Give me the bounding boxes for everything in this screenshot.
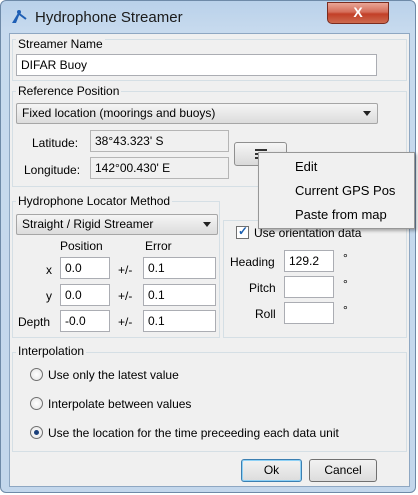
locator-method-value: Straight / Rigid Streamer xyxy=(22,217,154,231)
x-plusminus: +/- xyxy=(118,263,133,277)
interp-option-latest-label: Use only the latest value xyxy=(48,368,179,382)
interp-option-latest-radio[interactable] xyxy=(30,368,43,381)
depth-position-input[interactable]: -0.0 xyxy=(60,310,110,332)
cancel-button[interactable]: Cancel xyxy=(309,459,377,482)
interp-option-preceeding-label: Use the location for the time preceeding… xyxy=(48,426,339,440)
latitude-field[interactable]: 38°43.323' S xyxy=(90,130,229,152)
depth-error-input[interactable]: 0.1 xyxy=(143,310,216,332)
title-bar[interactable]: Hydrophone Streamer X xyxy=(1,1,415,33)
y-plusminus: +/- xyxy=(118,289,133,303)
heading-label: Heading xyxy=(230,255,275,269)
roll-input[interactable] xyxy=(284,302,334,324)
longitude-label: Longitude: xyxy=(24,163,81,177)
position-popup-menu: Edit Current GPS Pos Paste from map xyxy=(258,152,415,229)
reference-position-label: Reference Position xyxy=(16,84,122,98)
close-button[interactable]: X xyxy=(327,2,389,24)
roll-degree: ° xyxy=(343,303,348,317)
menu-item-current-gps-pos[interactable]: Current GPS Pos xyxy=(295,183,395,198)
interp-option-between-radio[interactable] xyxy=(30,397,43,410)
locator-method-select[interactable]: Straight / Rigid Streamer xyxy=(16,214,218,235)
y-position-input[interactable]: 0.0 xyxy=(60,284,110,306)
depth-plusminus: +/- xyxy=(118,315,133,329)
chevron-down-icon xyxy=(203,222,211,227)
dialog-body: Streamer Name DIFAR Buoy Reference Posit… xyxy=(9,33,410,487)
pitch-label: Pitch xyxy=(249,281,276,295)
streamer-name-input[interactable]: DIFAR Buoy xyxy=(16,54,377,76)
x-error-input[interactable]: 0.1 xyxy=(143,257,216,279)
error-header: Error xyxy=(145,239,172,253)
reference-method-value: Fixed location (moorings and buoys) xyxy=(22,106,216,120)
pitch-input[interactable] xyxy=(284,276,334,298)
y-error-input[interactable]: 0.1 xyxy=(143,284,216,306)
checkmark-icon: ✓ xyxy=(238,224,249,238)
dialog-window: Hydrophone Streamer X Streamer Name DIFA… xyxy=(0,0,416,493)
hydrophone-app-icon xyxy=(12,10,27,23)
interpolation-label: Interpolation xyxy=(16,344,87,358)
x-label: x xyxy=(46,263,52,277)
latitude-label: Latitude: xyxy=(32,136,79,150)
pitch-degree: ° xyxy=(343,277,348,291)
heading-degree: ° xyxy=(343,251,348,265)
menu-item-edit[interactable]: Edit xyxy=(295,159,317,174)
window-title: Hydrophone Streamer xyxy=(35,9,183,26)
interp-option-between-label: Interpolate between values xyxy=(48,397,192,411)
roll-label: Roll xyxy=(255,307,276,321)
heading-input[interactable]: 129.2 xyxy=(284,250,334,272)
chevron-down-icon xyxy=(363,111,371,116)
y-label: y xyxy=(46,289,52,303)
ok-button[interactable]: Ok xyxy=(241,459,302,482)
longitude-field[interactable]: 142°00.430' E xyxy=(90,157,229,179)
menu-item-paste-from-map[interactable]: Paste from map xyxy=(295,207,387,222)
orientation-checkbox[interactable]: ✓ xyxy=(236,224,249,239)
streamer-name-label: Streamer Name xyxy=(16,37,105,51)
reference-method-select[interactable]: Fixed location (moorings and buoys) xyxy=(16,103,378,124)
depth-label: Depth xyxy=(18,315,51,329)
position-header: Position xyxy=(60,239,103,253)
interp-option-preceeding-radio[interactable] xyxy=(30,426,43,439)
x-position-input[interactable]: 0.0 xyxy=(60,257,110,279)
locator-label: Hydrophone Locator Method xyxy=(16,194,173,208)
